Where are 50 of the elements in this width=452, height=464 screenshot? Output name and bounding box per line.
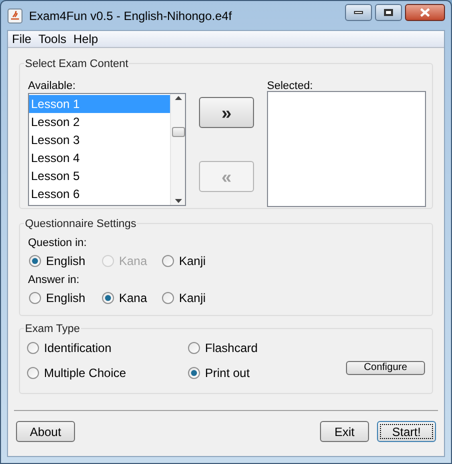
radio-label: Identification bbox=[44, 340, 112, 357]
dialog-button[interactable]: Start! bbox=[377, 421, 436, 442]
radio-label: English bbox=[46, 253, 86, 270]
radio-label: Print out bbox=[205, 365, 250, 382]
list-item[interactable]: Lesson 2 bbox=[29, 113, 170, 131]
radio-button[interactable] bbox=[162, 255, 174, 267]
list-label: Selected: bbox=[267, 79, 314, 91]
list-label: Available: bbox=[28, 79, 76, 93]
selected-list[interactable] bbox=[267, 91, 426, 207]
radio-label: Kana bbox=[119, 253, 148, 270]
window-title: Exam4Fun v0.5 - English-Nihongo.e4f bbox=[29, 8, 233, 24]
menu-item[interactable]: File bbox=[12, 30, 32, 48]
scroll-up-icon[interactable] bbox=[174, 96, 182, 100]
configure-button[interactable]: Configure bbox=[346, 361, 425, 375]
radio-label: Kanji bbox=[179, 290, 206, 307]
radio-label: Kanji bbox=[179, 253, 206, 270]
add-button[interactable]: » bbox=[199, 97, 254, 128]
list-item[interactable]: Lesson 6 bbox=[29, 185, 170, 203]
minimize-button[interactable] bbox=[345, 4, 372, 21]
radio-button[interactable] bbox=[162, 292, 174, 304]
list-item[interactable]: Lesson 5 bbox=[29, 167, 170, 185]
available-list[interactable]: Lesson 1 Lesson 2 Lesson 3 Lesson 4 Lesson 5 Lesson 6 bbox=[28, 93, 186, 206]
dialog-button[interactable]: Exit bbox=[320, 421, 369, 442]
list-item[interactable]: Lesson 4 bbox=[29, 149, 170, 167]
radio-label: Flashcard bbox=[205, 340, 258, 357]
group-label: Question in: bbox=[28, 236, 88, 250]
menu-item[interactable]: Tools bbox=[38, 30, 66, 48]
radio-button[interactable] bbox=[29, 255, 41, 267]
radio-button[interactable] bbox=[188, 367, 200, 379]
radio-button[interactable] bbox=[102, 292, 114, 304]
app-icon bbox=[7, 8, 23, 24]
close-icon bbox=[420, 8, 430, 17]
radio-label: Multiple Choice bbox=[44, 365, 126, 382]
list-item[interactable]: Lesson 3 bbox=[29, 131, 170, 149]
scroll-down-icon[interactable] bbox=[174, 199, 182, 203]
radio-label: English bbox=[46, 290, 86, 307]
radio-button[interactable] bbox=[188, 342, 200, 354]
scrollbar-thumb[interactable] bbox=[172, 126, 184, 136]
group-title: Exam Type bbox=[24, 321, 81, 338]
close-button[interactable] bbox=[405, 4, 445, 21]
radio-button[interactable] bbox=[27, 367, 39, 379]
dialog-button[interactable]: About bbox=[16, 421, 75, 442]
scrollbar[interactable] bbox=[170, 94, 185, 205]
group-label: Answer in: bbox=[28, 273, 80, 287]
maximize-button[interactable] bbox=[375, 4, 402, 21]
radio-button[interactable] bbox=[27, 342, 39, 354]
menu-item[interactable]: Help bbox=[73, 30, 98, 48]
radio-button[interactable] bbox=[29, 292, 41, 304]
group-title: Questionnaire Settings bbox=[24, 216, 138, 232]
radio-label: Kana bbox=[119, 290, 148, 307]
